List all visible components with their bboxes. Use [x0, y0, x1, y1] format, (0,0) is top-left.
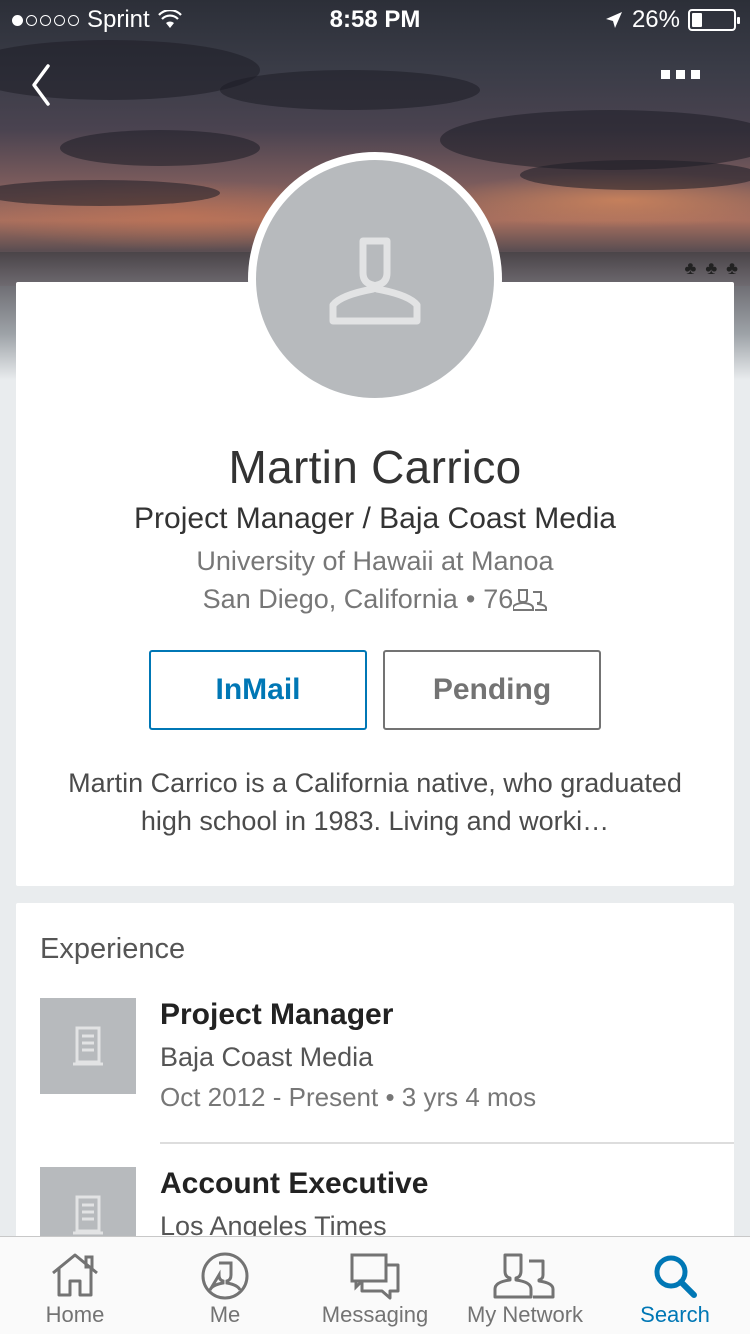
connections-icon: [513, 588, 548, 611]
search-icon: [654, 1255, 697, 1298]
tab-label: Search: [640, 1302, 710, 1327]
experience-title: Experience: [40, 933, 186, 965]
experience-role: Project Manager: [160, 998, 394, 1031]
network-icon: [493, 1253, 555, 1299]
connections-count[interactable]: 76: [483, 584, 513, 615]
profile-headline: Project Manager / Baja Coast Media: [134, 502, 616, 535]
avatar[interactable]: [248, 152, 502, 406]
tab-bar: Home Me Messaging My Network Search: [0, 1236, 750, 1334]
separator-dot: •: [465, 584, 476, 614]
tab-my-network[interactable]: My Network: [450, 1237, 600, 1334]
profile-icon: [201, 1252, 249, 1300]
status-bar: Sprint 8:58 PM 26%: [0, 0, 750, 40]
experience-company: Baja Coast Media: [160, 1042, 374, 1072]
company-logo: [40, 998, 136, 1094]
tab-label: My Network: [466, 1302, 584, 1327]
tab-label: Me: [209, 1302, 241, 1327]
experience-role: Account Executive: [160, 1167, 429, 1200]
tab-home[interactable]: Home: [0, 1237, 150, 1334]
more-dots-icon: [661, 70, 670, 79]
chevron-left-icon: [32, 64, 50, 106]
home-icon: [52, 1253, 98, 1297]
tab-search[interactable]: Search: [600, 1237, 750, 1334]
battery-percent: 26%: [631, 6, 680, 33]
experience-item[interactable]: Project Manager Baja Coast Media Oct 201…: [40, 998, 734, 1138]
location-arrow-icon: [605, 12, 622, 28]
experience-item[interactable]: Account Executive Los Angeles Times: [40, 1167, 734, 1243]
profile-name: Martin Carrico: [228, 441, 522, 493]
experience-dates: Oct 2012 - Present • 3 yrs 4 mos: [160, 1082, 537, 1112]
back-button[interactable]: [26, 60, 66, 110]
inmail-button[interactable]: InMail: [149, 650, 367, 730]
tab-me[interactable]: Me: [150, 1237, 300, 1334]
profile-location: San Diego, California: [202, 584, 458, 614]
experience-card: Experience Project Manager Baja Coast Me…: [16, 903, 734, 1243]
messaging-icon: [350, 1253, 400, 1300]
pending-button[interactable]: Pending: [383, 650, 601, 730]
profile-school[interactable]: University of Hawaii at Manoa: [0, 546, 750, 577]
person-placeholder-icon: [329, 237, 421, 325]
tab-label: Home: [45, 1302, 105, 1327]
battery-icon: [688, 9, 740, 31]
more-options-button[interactable]: [661, 70, 700, 79]
company-logo: [40, 1167, 136, 1243]
tab-messaging[interactable]: Messaging: [300, 1237, 450, 1334]
profile-summary[interactable]: Martin Carrico is a California native, w…: [40, 764, 710, 840]
tab-label: Messaging: [321, 1302, 429, 1327]
building-icon: [73, 1026, 103, 1066]
building-icon: [73, 1195, 103, 1235]
divider: [160, 1142, 734, 1144]
location-row: San Diego, California • 76: [0, 584, 750, 615]
